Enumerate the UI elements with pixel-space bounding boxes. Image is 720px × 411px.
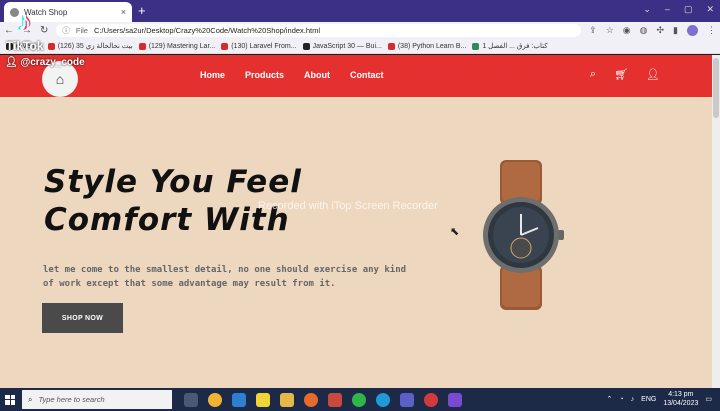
bookmark-item[interactable]: كتاب: فرق ... الفصل 1 xyxy=(472,42,548,50)
bookmark-label: JavaScript 30 — Bui... xyxy=(312,42,382,50)
minimize-button[interactable]: – xyxy=(665,4,670,15)
extension-icon[interactable]: ◉ xyxy=(623,25,631,36)
shop-icon: ⌂ xyxy=(55,71,65,87)
screen: Watch Shop × + ⌄ – ▢ ✕ ← → ↻ ⓘ File C:/U… xyxy=(0,0,720,411)
close-window-button[interactable]: ✕ xyxy=(706,4,714,15)
hero-title-line: Style You Feel xyxy=(44,164,302,200)
bookmark-label: (129) Mastering Lar... xyxy=(148,42,216,50)
youtube-icon xyxy=(221,42,229,50)
bookmark-label: (38) Python Learn B... xyxy=(397,42,467,50)
task-view-icon[interactable] xyxy=(184,392,198,407)
bookmark-label: (126) بيت نحالحالة زي 35 xyxy=(57,43,133,50)
taskbar-search[interactable]: ⌕ Type here to search xyxy=(22,390,172,409)
url-scheme: File xyxy=(75,26,88,35)
hero-description: let me come to the smallest detail, no o… xyxy=(43,265,407,289)
bookmark-item[interactable]: (38) Python Learn B... xyxy=(387,42,467,50)
windows-icon xyxy=(5,394,15,405)
new-tab-button[interactable]: + xyxy=(138,4,146,18)
search-icon[interactable]: ⌕ xyxy=(590,68,596,81)
nav-about[interactable]: About xyxy=(304,70,330,80)
share-icon[interactable]: ⇪ xyxy=(589,25,597,36)
hero-title-line: Comfort With xyxy=(44,202,290,238)
mouse-cursor-icon: ⬉ xyxy=(450,226,460,238)
system-tray: ⌃ ◔ ♪ ENG 4:13 pm 13/04/2023 ▭ xyxy=(607,390,712,408)
start-button[interactable] xyxy=(0,388,20,411)
bookmark-label: (130) Laravel From... xyxy=(231,42,297,50)
chevron-up-icon[interactable]: ⌃ xyxy=(607,395,613,403)
photos-icon[interactable] xyxy=(328,392,342,407)
address-bar[interactable]: ⓘ File C:/Users/sa2ur/Desktop/Crazy%20Co… xyxy=(56,24,582,37)
browser-toolbar: ← → ↻ ⓘ File C:/Users/sa2ur/Desktop/Craz… xyxy=(0,22,720,39)
youtube-icon xyxy=(138,42,146,50)
tiktok-username-text: @crazy_code xyxy=(20,57,85,68)
bookmark-item[interactable]: (129) Mastering Lar... xyxy=(138,42,216,50)
profile-avatar[interactable] xyxy=(687,25,698,36)
menu-icon[interactable]: ⋮ xyxy=(707,25,716,36)
whatsapp-icon[interactable] xyxy=(352,392,366,407)
clock-time: 4:13 pm xyxy=(668,391,694,398)
notification-icon[interactable]: ▭ xyxy=(705,395,712,403)
nav-home[interactable]: Home xyxy=(200,70,225,80)
nav-products[interactable]: Products xyxy=(245,70,284,80)
watch-image xyxy=(483,160,564,310)
nav-contact[interactable]: Contact xyxy=(350,70,384,80)
bookmark-favicon-icon xyxy=(472,42,480,50)
recorder-icon[interactable] xyxy=(424,392,438,407)
scrollbar-thumb[interactable] xyxy=(713,58,719,118)
sticky-notes-icon[interactable] xyxy=(256,392,270,407)
tiktok-icon: ♪ xyxy=(18,6,31,36)
shop-now-button[interactable]: SHOP NOW xyxy=(42,303,123,333)
bookmark-star-icon[interactable]: ☆ xyxy=(606,25,614,36)
firefox-icon[interactable] xyxy=(304,392,318,407)
windows-taskbar: ⌕ Type here to search ⌃ ◔ ♪ ENG 4:13 pm … xyxy=(0,388,720,411)
main-nav: Home Products About Contact xyxy=(200,70,384,80)
search-icon: ⌕ xyxy=(28,394,33,404)
tiktok-watermark: ♪ TikTok xyxy=(6,6,66,58)
file-explorer-icon[interactable] xyxy=(280,392,294,407)
language-indicator[interactable]: ENG xyxy=(641,396,656,403)
bookmark-item[interactable]: (130) Laravel From... xyxy=(221,42,297,50)
window-controls: ⌄ – ▢ ✕ xyxy=(643,4,714,15)
browser-extensions: ⇪ ☆ ◉ ◍ ✣ ▮ ⋮ xyxy=(589,25,716,36)
bookmark-label: كتاب: فرق ... الفصل 1 xyxy=(482,43,548,50)
volume-icon[interactable]: ♪ xyxy=(631,396,635,403)
header-icons: ⌕ 🛒︎ 👤︎ xyxy=(590,68,660,81)
bookmark-item[interactable]: JavaScript 30 — Bui... xyxy=(302,42,382,50)
tab-search-icon[interactable]: ⌄ xyxy=(643,4,651,15)
bookmarks-bar: e-Venj... (126) بيت نحالحالة زي 35 (129)… xyxy=(0,39,720,54)
app-icon[interactable] xyxy=(448,392,462,407)
extension-icon[interactable]: ◍ xyxy=(640,25,648,36)
user-icon: 👤︎ xyxy=(5,57,18,68)
cart-icon[interactable]: 🛒︎ xyxy=(614,68,628,81)
recorder-watermark: Recorded with iTop Screen Recorder xyxy=(258,200,438,212)
network-icon[interactable]: ◔ xyxy=(619,396,623,403)
puzzle-icon[interactable]: ✣ xyxy=(657,25,665,36)
edge-icon[interactable] xyxy=(376,392,390,407)
clock[interactable]: 4:13 pm 13/04/2023 xyxy=(663,390,698,408)
close-icon[interactable]: × xyxy=(121,7,126,17)
tiktok-username: 👤︎ @crazy_code xyxy=(5,57,85,68)
web-page: ⌂ Home Products About Contact ⌕ 🛒︎ 👤︎ St… xyxy=(0,55,712,388)
site-header: ⌂ Home Products About Contact ⌕ 🛒︎ 👤︎ xyxy=(0,55,712,97)
bookmark-favicon-icon xyxy=(302,42,310,50)
teams-icon[interactable] xyxy=(400,392,414,407)
tiktok-label: TikTok xyxy=(6,39,44,53)
browser-tab-strip: Watch Shop × + ⌄ – ▢ ✕ xyxy=(0,0,720,22)
user-icon[interactable]: 👤︎ xyxy=(646,68,660,81)
sidebar-icon[interactable]: ▮ xyxy=(673,25,678,36)
youtube-icon xyxy=(387,42,395,50)
taskbar-search-placeholder: Type here to search xyxy=(38,395,105,404)
clock-date: 13/04/2023 xyxy=(663,400,699,407)
taskbar-apps xyxy=(184,392,462,407)
vscode-icon[interactable] xyxy=(232,392,246,407)
url-text[interactable]: C:/Users/sa2ur/Desktop/Crazy%20Code/Watc… xyxy=(94,26,320,35)
maximize-button[interactable]: ▢ xyxy=(684,4,693,15)
chrome-icon[interactable] xyxy=(208,392,222,407)
